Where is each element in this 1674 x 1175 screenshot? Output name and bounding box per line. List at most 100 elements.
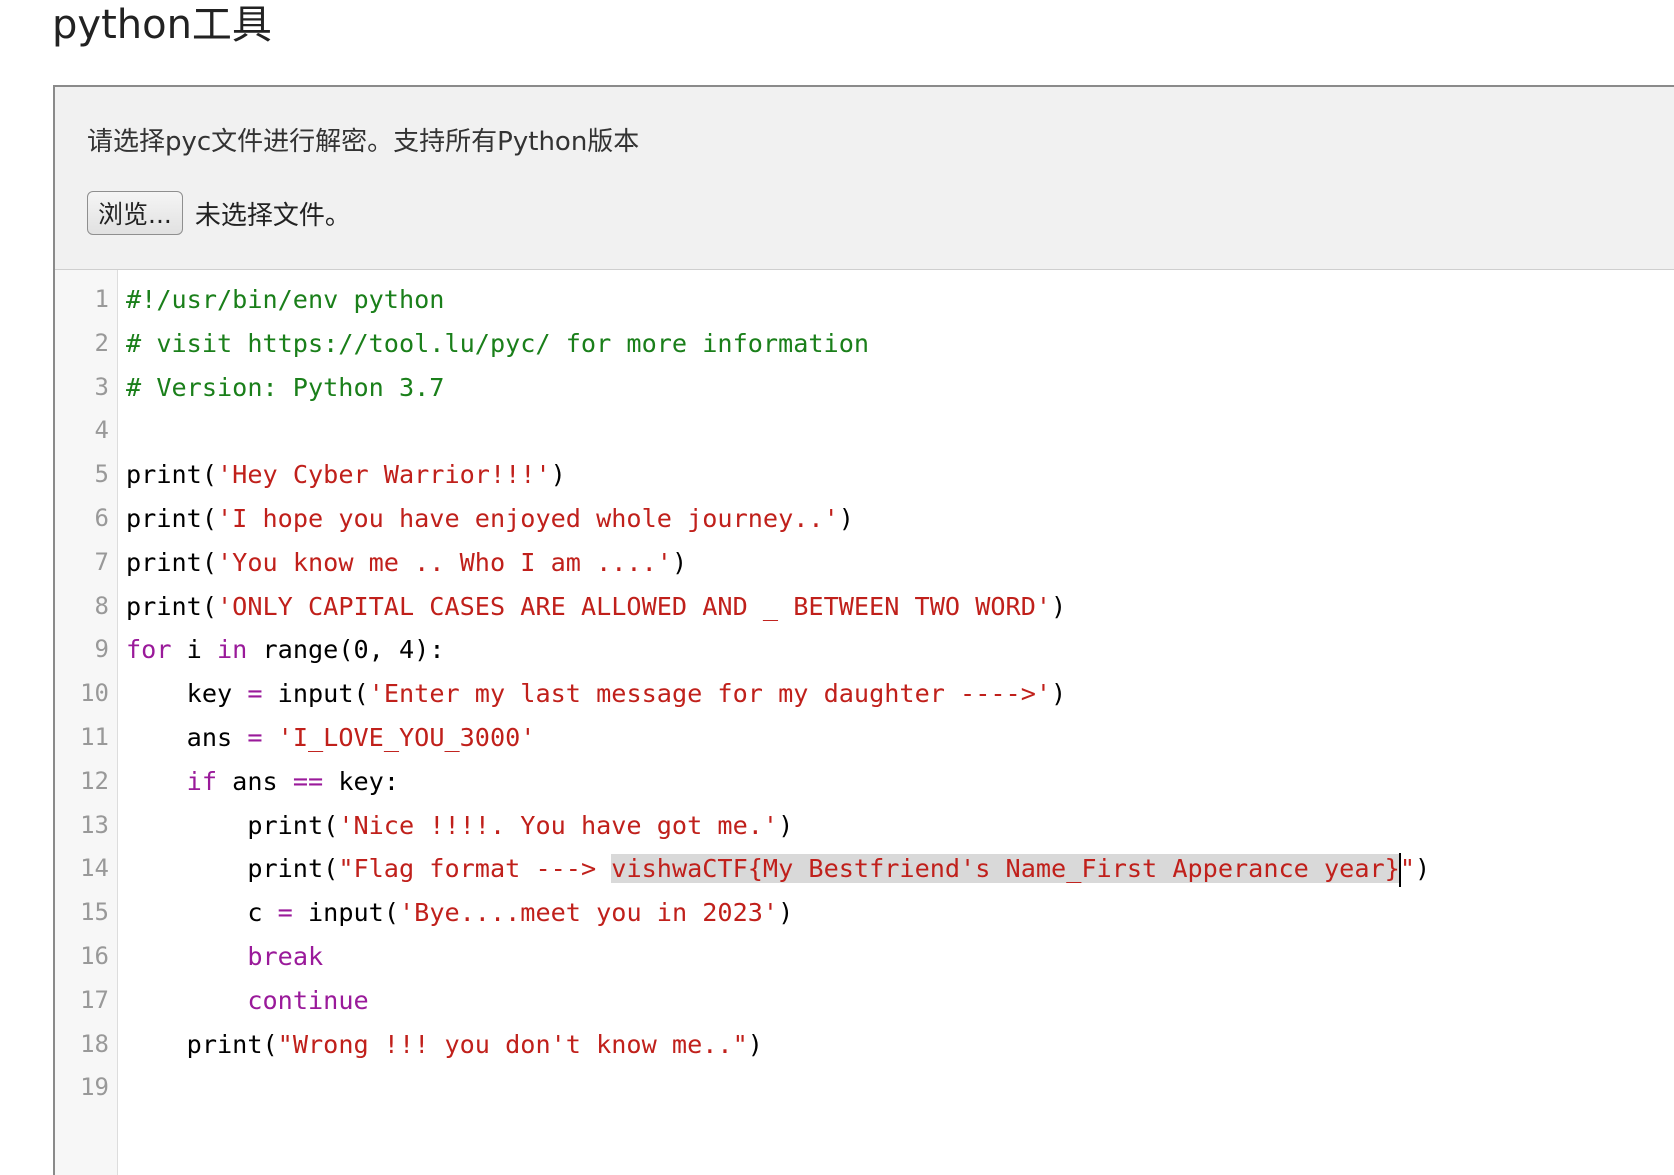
code-token: ) xyxy=(1415,854,1431,884)
code-token: 'Bye....meet you in 2023' xyxy=(398,898,779,928)
browse-button[interactable]: 浏览... xyxy=(87,191,183,235)
line-number: 11 xyxy=(80,722,109,751)
code-token: ) xyxy=(778,898,794,928)
code-token: ) xyxy=(671,547,688,577)
code-token: key: xyxy=(323,766,400,796)
code-editor[interactable]: 1 2 3 4 5 6 7 8 9 10 11 12 13 14 15 16 17 18 19 #!/usr/bin… xyxy=(55,270,1674,1175)
code-token: print( xyxy=(126,810,339,840)
line-number: 10 xyxy=(80,679,109,708)
code-token: range(0, 4): xyxy=(247,635,445,665)
code-line[interactable]: ​ xyxy=(126,409,1674,453)
line-number: 17 xyxy=(80,985,109,1014)
code-token: in xyxy=(217,635,248,665)
code-token: 'Enter my last message for my daughter -… xyxy=(368,679,1052,709)
line-number: 13 xyxy=(80,810,109,839)
code-line[interactable]: print("Wrong !!! you don't know me..") xyxy=(126,1023,1674,1067)
upload-description: 请选择pyc文件进行解密。支持所有Python版本 xyxy=(87,127,640,157)
code-line[interactable]: #!/usr/bin/env python xyxy=(126,278,1674,322)
code-token: ) xyxy=(747,1029,763,1059)
code-token: 'I_LOVE_YOU_3000' xyxy=(277,722,536,752)
code-token: print( xyxy=(126,1029,278,1059)
code-token: ) xyxy=(838,503,854,533)
code-token: ) xyxy=(550,460,566,490)
code-token: print( xyxy=(126,547,217,577)
code-line[interactable]: if ans == key: xyxy=(126,760,1674,804)
code-line[interactable]: # Version: Python 3.7 xyxy=(126,366,1674,410)
code-line[interactable]: ​ xyxy=(126,1066,1674,1110)
line-number: 4 xyxy=(94,416,109,445)
line-number: 16 xyxy=(80,941,109,970)
code-token: = xyxy=(277,898,293,928)
code-token: = xyxy=(247,679,263,709)
code-token: == xyxy=(292,766,324,796)
code-token: 'Hey Cyber Warrior!!!' xyxy=(217,460,551,490)
line-number: 1 xyxy=(94,285,109,313)
line-number: 6 xyxy=(94,503,109,532)
code-token: "Flag format ---> xyxy=(338,854,612,884)
code-token: = xyxy=(247,722,263,752)
code-token: c xyxy=(126,898,278,928)
line-number: 15 xyxy=(80,898,109,927)
code-token: "Wrong !!! you don't know me.." xyxy=(277,1029,748,1059)
code-token: ) xyxy=(1051,679,1067,709)
code-token: 'ONLY CAPITAL CASES ARE ALLOWED AND _ BE… xyxy=(217,591,1052,621)
code-token: ) xyxy=(1051,591,1067,621)
line-number: 5 xyxy=(94,460,109,489)
code-line[interactable]: print('You know me .. Who I am ....') xyxy=(126,541,1674,585)
code-token: vishwaCTF{My Bestfriend's Name_First App… xyxy=(611,854,1400,884)
line-number: 2 xyxy=(94,328,109,357)
line-number: 12 xyxy=(80,766,109,795)
line-number: 8 xyxy=(94,591,109,620)
code-token: input( xyxy=(262,679,369,709)
line-number: 7 xyxy=(94,547,109,576)
code-token: ans xyxy=(217,766,293,796)
code-line[interactable]: print('I hope you have enjoyed whole jou… xyxy=(126,497,1674,541)
code-token: 'I hope you have enjoyed whole journey..… xyxy=(217,503,839,533)
code-line[interactable]: c = input('Bye....meet you in 2023') xyxy=(126,891,1674,935)
code-line[interactable]: for i in range(0, 4): xyxy=(126,628,1674,672)
pyc-decompiler-panel: 请选择pyc文件进行解密。支持所有Python版本 浏览... 未选择文件。 1… xyxy=(53,85,1674,1175)
code-token: i xyxy=(171,635,217,665)
code-token: " xyxy=(1399,854,1415,884)
code-token: # visit https://tool.lu/pyc/ for more in… xyxy=(126,328,870,358)
line-number: 3 xyxy=(94,372,109,401)
code-area[interactable]: #!/usr/bin/env python # visit https://too… xyxy=(118,270,1674,1175)
code-line[interactable]: print('ONLY CAPITAL CASES ARE ALLOWED AN… xyxy=(126,585,1674,629)
file-input[interactable]: 浏览... 未选择文件。 xyxy=(87,191,351,235)
code-line[interactable]: ans = 'I_LOVE_YOU_3000' xyxy=(126,716,1674,760)
code-token: continue xyxy=(247,985,369,1015)
line-number-gutter: 1 2 3 4 5 6 7 8 9 10 11 12 13 14 15 16 17 18 19 xyxy=(55,270,118,1175)
code-token: for xyxy=(126,635,172,665)
code-token: key xyxy=(126,679,248,709)
code-token: print( xyxy=(126,460,217,490)
code-token: print( xyxy=(126,854,339,884)
file-status: 未选择文件。 xyxy=(194,200,351,231)
code-line[interactable]: print('Nice !!!!. You have got me.') xyxy=(126,804,1674,848)
code-token: input( xyxy=(292,898,399,928)
code-token: ans xyxy=(126,722,248,752)
upload-area: 请选择pyc文件进行解密。支持所有Python版本 浏览... 未选择文件。 xyxy=(55,87,1674,270)
code-line[interactable]: continue xyxy=(126,979,1674,1023)
code-token: if xyxy=(186,766,218,796)
code-line[interactable]: print("Flag format ---> vishwaCTF{My Bes… xyxy=(126,847,1674,891)
code-token: break xyxy=(247,941,324,971)
code-line[interactable]: key = input('Enter my last message for m… xyxy=(126,672,1674,716)
code-token: print( xyxy=(126,591,217,621)
code-token: 'Nice !!!!. You have got me.' xyxy=(338,810,779,840)
code-token: # Version: Python 3.7 xyxy=(126,372,445,402)
code-line[interactable]: print('Hey Cyber Warrior!!!') xyxy=(126,453,1674,497)
code-token: #!/usr/bin/env python xyxy=(126,285,445,314)
code-token: ) xyxy=(778,810,794,840)
code-line[interactable]: break xyxy=(126,935,1674,979)
page-title: python工具 xyxy=(52,2,272,48)
line-number: 9 xyxy=(94,635,109,664)
code-token: print( xyxy=(126,503,217,533)
code-token: 'You know me .. Who I am ....' xyxy=(217,547,672,577)
line-number: 19 xyxy=(80,1073,109,1102)
line-number: 14 xyxy=(80,854,109,883)
code-line[interactable]: # visit https://tool.lu/pyc/ for more in… xyxy=(126,322,1674,366)
